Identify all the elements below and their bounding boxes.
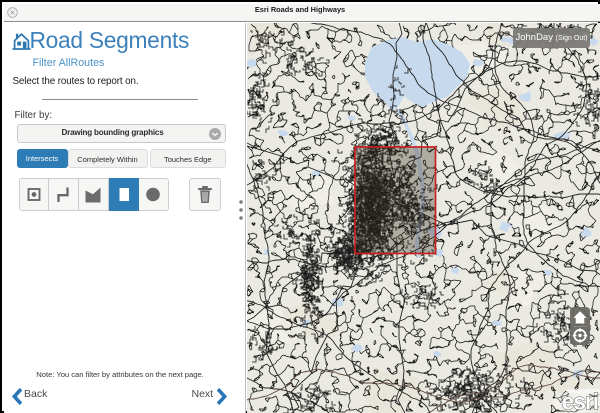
svg-text:esri: esri xyxy=(562,389,599,413)
